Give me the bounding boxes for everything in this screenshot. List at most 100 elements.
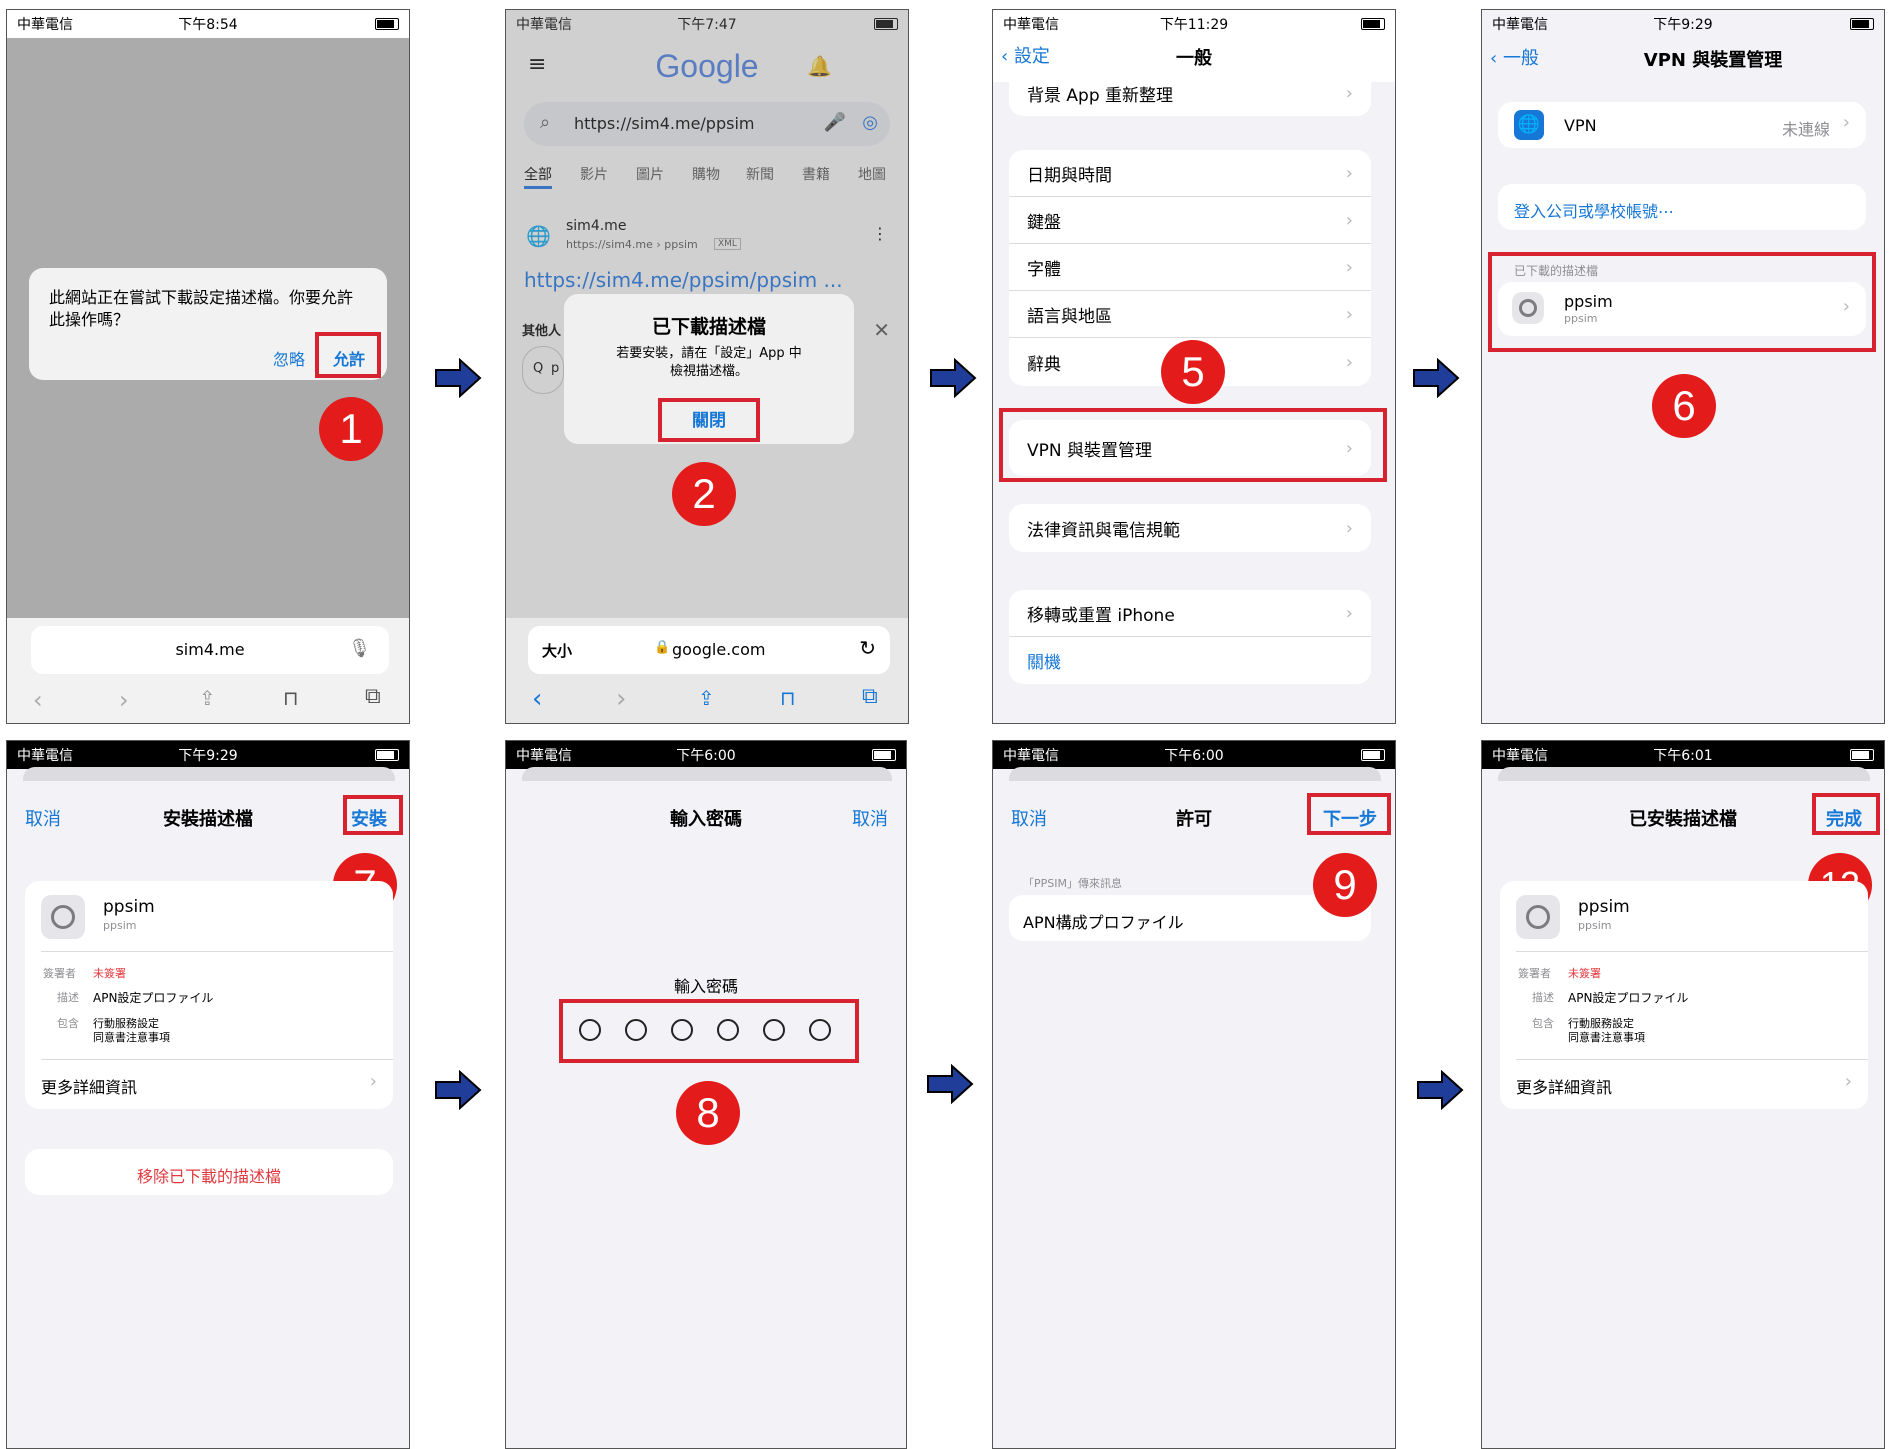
row-label: 辭典 <box>1027 354 1061 375</box>
profile-subtitle: ppsim <box>103 919 137 932</box>
chevron-right-icon: › <box>1345 82 1353 104</box>
dialog-title: 已下載描述檔 <box>651 316 766 338</box>
description-label: 描述 <box>1532 991 1554 1004</box>
group-reset: 移轉或重置 iPhone › 關機 <box>1009 590 1371 684</box>
screen-1-safari-alert: 中華電信 下午8:54 此網站正在嘗試下載設定描述檔。你要允許 此操作嗎？ 忽略… <box>6 9 410 724</box>
row-label: 日期與時間 <box>1027 165 1112 186</box>
profile-gear-icon <box>41 895 85 939</box>
share-icon[interactable]: ⇪ <box>199 686 216 710</box>
back-label: 一般 <box>1502 48 1539 69</box>
profile-gear-icon <box>1516 895 1560 939</box>
row-label: 鍵盤 <box>1027 212 1061 233</box>
contains-label: 包含 <box>1532 1017 1554 1030</box>
sheet-top-edge <box>1498 767 1870 781</box>
sheet-title: 輸入密碼 <box>670 809 742 830</box>
settings-row-language[interactable]: 語言與地區 › <box>1009 291 1371 338</box>
dialog-line1: 若要安裝，請在「設定」App 中 <box>616 346 802 361</box>
reload-icon[interactable]: ↻ <box>859 636 876 660</box>
more-details-row[interactable]: 更多詳細資訊 › <box>25 1059 393 1109</box>
carrier-label: 中華電信 <box>1492 748 1548 764</box>
address-bar[interactable]: sim4.me 🎙 <box>31 626 389 674</box>
alert-message-line1: 此網站正在嘗試下載設定描述檔。你要允許 <box>49 288 354 307</box>
shutdown-button[interactable]: 關機 <box>1009 637 1371 684</box>
step-badge: 2 <box>672 462 736 526</box>
battery-icon <box>1361 18 1385 30</box>
cancel-button[interactable]: 取消 <box>852 805 888 831</box>
signin-group: 登入公司或學校帳號⋯ <box>1498 184 1866 230</box>
status-bar: 中華電信 下午6:00 <box>506 741 906 769</box>
chevron-right-icon: › <box>1844 1071 1852 1092</box>
signed-label: 簽署者 <box>43 967 76 980</box>
more-details-label: 更多詳細資訊 <box>1516 1078 1613 1097</box>
more-details-label: 更多詳細資訊 <box>41 1078 138 1097</box>
forward-icon[interactable]: › <box>616 684 626 714</box>
bookmarks-icon[interactable]: ⊓ <box>780 686 796 710</box>
chevron-right-icon: › <box>1345 209 1353 231</box>
message-header: 「PPSIM」傳來訊息 <box>1023 877 1122 890</box>
profile-highlight <box>1488 252 1876 352</box>
profile-subtitle: ppsim <box>1578 919 1612 932</box>
back-icon[interactable]: ‹ <box>33 686 43 714</box>
tabs-icon[interactable]: ⧉ <box>365 684 381 709</box>
more-details-row[interactable]: 更多詳細資訊 › <box>1500 1059 1868 1109</box>
description-value: APN設定プロファイル <box>1568 991 1689 1005</box>
done-highlight <box>1812 793 1880 835</box>
install-highlight <box>343 795 403 835</box>
step-badge: 9 <box>1313 853 1377 917</box>
tabs-icon[interactable]: ⧉ <box>862 684 878 709</box>
row-label: 法律資訊與電信規範 <box>1027 520 1180 541</box>
settings-row-transfer-reset[interactable]: 移轉或重置 iPhone › <box>1009 590 1371 637</box>
settings-row-date-time[interactable]: 日期與時間 › <box>1009 150 1371 197</box>
next-highlight <box>1307 793 1391 835</box>
close-highlight <box>658 398 760 442</box>
settings-row-fonts[interactable]: 字體 › <box>1009 244 1371 291</box>
top-group: 背景 App 重新整理 › <box>1009 70 1371 116</box>
vpn-group: 🌐 VPN 未連線 › <box>1498 102 1866 148</box>
back-button[interactable]: ‹ 一般 <box>1490 44 1539 70</box>
row-label: 背景 App 重新整理 <box>1027 85 1174 106</box>
settings-row-background-refresh[interactable]: 背景 App 重新整理 › <box>1009 70 1371 116</box>
forward-icon[interactable]: › <box>119 686 129 714</box>
status-bar: 中華電信 下午6:00 <box>993 741 1395 769</box>
remove-profile-button[interactable]: 移除已下載的描述檔 <box>25 1163 393 1187</box>
screen-2-google: 中華電信 下午7:47 ≡ Google 🔔 ⌕ https://sim4.me… <box>505 9 909 724</box>
settings-row-keyboard[interactable]: 鍵盤 › <box>1009 197 1371 244</box>
chevron-right-icon: › <box>369 1071 377 1092</box>
battery-icon <box>375 18 399 30</box>
chevron-right-icon: › <box>1345 162 1353 184</box>
share-icon[interactable]: ⇪ <box>698 686 715 710</box>
ignore-button[interactable]: 忽略 <box>273 346 305 370</box>
right-arrow-icon <box>435 1070 482 1110</box>
signin-link[interactable]: 登入公司或學校帳號⋯ <box>1514 198 1674 222</box>
vpn-label: VPN <box>1564 116 1597 135</box>
back-icon[interactable]: ‹ <box>532 684 542 714</box>
battery-icon <box>872 749 896 761</box>
carrier-label: 中華電信 <box>516 748 572 764</box>
vpn-status[interactable]: 未連線 <box>1782 116 1830 140</box>
page-title: 一般 <box>1176 48 1212 69</box>
status-bar: 中華電信 下午9:29 <box>1482 10 1884 38</box>
vpn-highlight <box>999 408 1387 482</box>
signed-label: 簽署者 <box>1518 967 1551 980</box>
right-arrow-icon <box>1413 358 1460 398</box>
screen-6-enter-passcode: 中華電信 下午6:00 輸入密碼 取消 輸入密碼 8 <box>505 740 907 1449</box>
status-bar: 中華電信 下午9:29 <box>7 741 409 769</box>
address-text: google.com <box>672 640 766 659</box>
message-card: APN構成プロファイル <box>1009 895 1371 941</box>
row-label: 移轉或重置 iPhone <box>1027 605 1175 626</box>
bookmarks-icon[interactable]: ⊓ <box>283 686 299 710</box>
address-bar[interactable]: 大小 🔒 google.com ↻ <box>528 626 890 674</box>
address-text: sim4.me <box>175 640 245 659</box>
mic-icon[interactable]: 🎙 <box>348 638 371 659</box>
page-title: VPN 與裝置管理 <box>1643 50 1783 71</box>
contains-label: 包含 <box>57 1017 79 1030</box>
signed-value: 未簽署 <box>93 967 126 980</box>
text-size-button[interactable]: 大小 <box>542 640 572 661</box>
contains-item-2: 同意書注意事項 <box>1568 1031 1645 1044</box>
screen-4-vpn-device-management: 中華電信 下午9:29 ‹ 一般 VPN 與裝置管理 🌐 VPN 未連線 › 登… <box>1481 9 1885 724</box>
description-label: 描述 <box>57 991 79 1004</box>
battery-icon <box>1850 749 1874 761</box>
contains-item-2: 同意書注意事項 <box>93 1031 170 1044</box>
settings-row-legal[interactable]: 法律資訊與電信規範 › <box>1009 504 1371 552</box>
screen-8-profile-installed: 中華電信 下午6:01 已安裝描述檔 完成 12 ppsim ppsim 簽署者… <box>1481 740 1885 1449</box>
